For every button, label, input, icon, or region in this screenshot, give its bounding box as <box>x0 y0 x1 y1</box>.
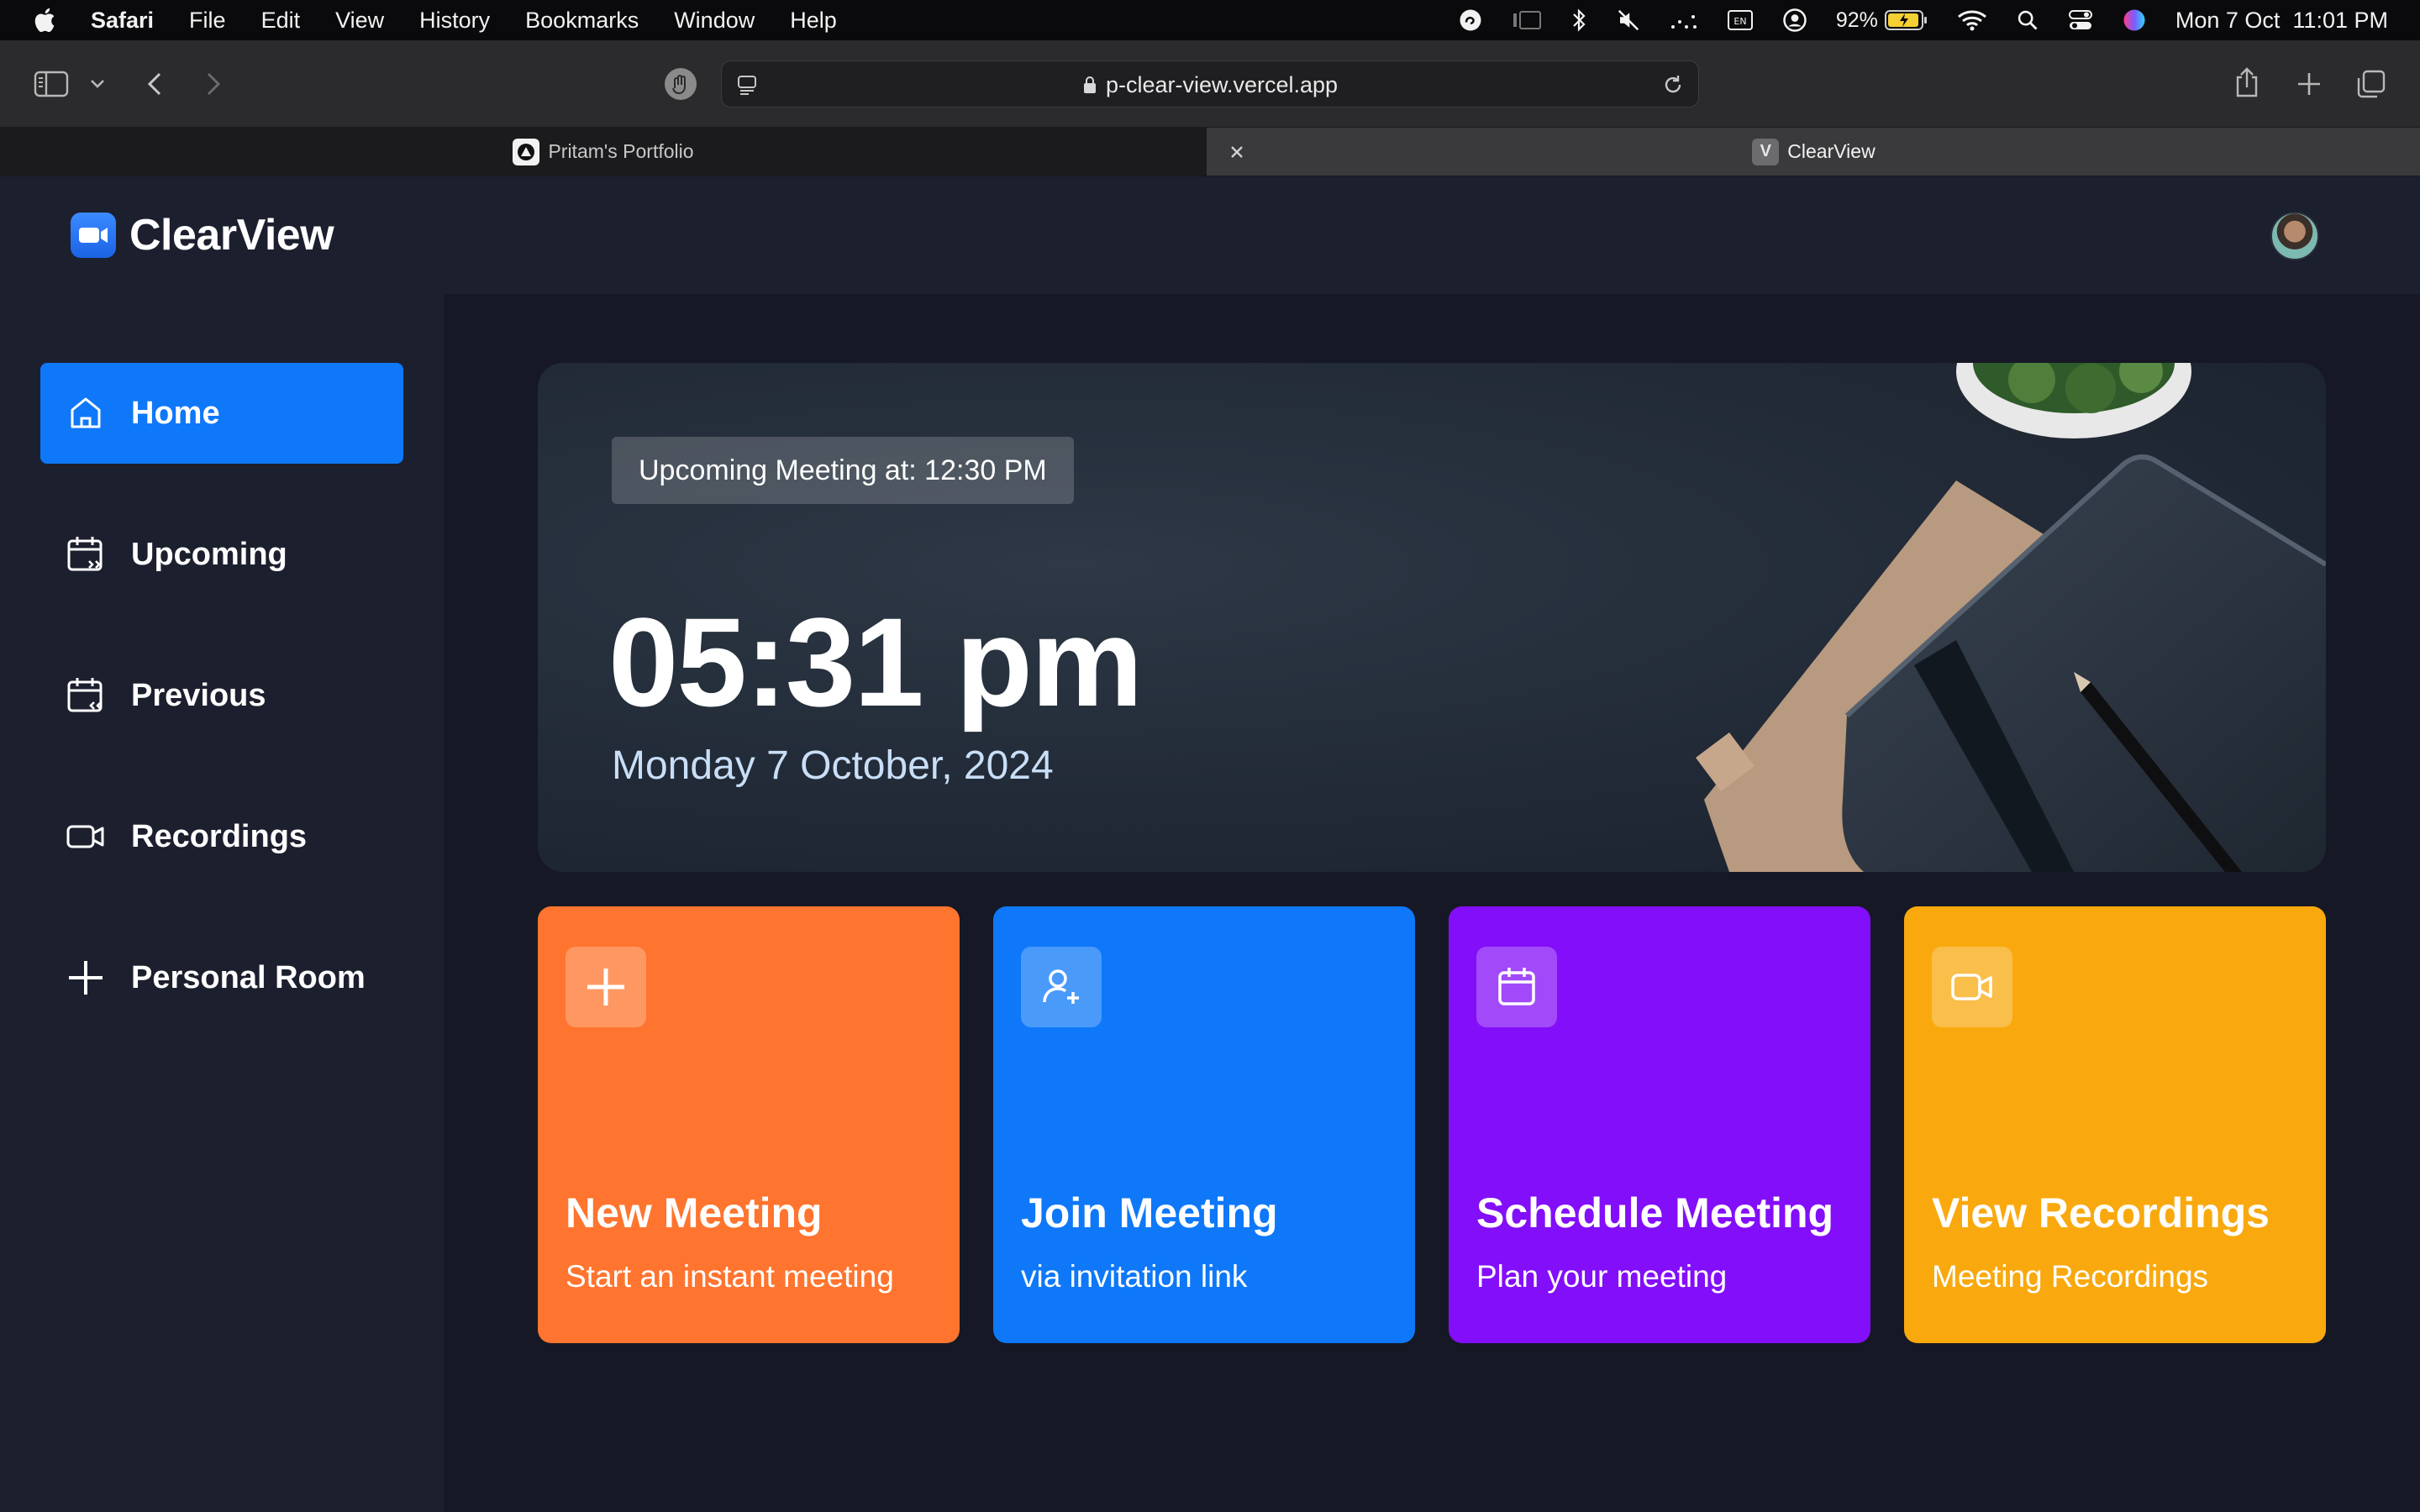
keyboard-icon[interactable]: EN <box>1727 9 1754 31</box>
sidebar-item-label: Upcoming <box>131 536 287 572</box>
view-recordings-card[interactable]: View Recordings Meeting Recordings <box>1904 906 2326 1343</box>
siri-icon[interactable] <box>2122 8 2147 33</box>
address-bar[interactable]: p-clear-view.vercel.app <box>721 60 1699 108</box>
schedule-meeting-card[interactable]: Schedule Meeting Plan your meeting <box>1449 906 1870 1343</box>
current-date: Monday 7 October, 2024 <box>612 743 1054 788</box>
video-icon <box>66 816 106 857</box>
menu-app-safari[interactable]: Safari <box>91 8 154 34</box>
chevron-down-icon[interactable] <box>87 74 108 94</box>
forward-arrow-icon[interactable] <box>200 67 227 101</box>
status-spiral-icon[interactable] <box>1458 8 1483 33</box>
tab-title: ClearView <box>1787 140 1876 162</box>
v-favicon-icon: V <box>1752 138 1780 165</box>
macos-menubar: Safari File Edit View History Bookmarks … <box>0 0 2420 40</box>
card-subtitle: Meeting Recordings <box>1932 1259 2209 1294</box>
sidebar-item-label: Home <box>131 395 220 431</box>
menu-history[interactable]: History <box>419 8 490 34</box>
browser-toolbar: p-clear-view.vercel.app <box>0 40 2420 128</box>
notebook-illustration <box>1696 363 2326 872</box>
card-subtitle: Plan your meeting <box>1476 1259 1728 1294</box>
reload-icon[interactable] <box>1660 71 1686 98</box>
user-add-icon <box>1021 947 1102 1027</box>
privacy-shield-icon[interactable] <box>662 66 699 102</box>
spotlight-search-icon[interactable] <box>2016 8 2039 32</box>
app-header: ClearView <box>0 176 2420 294</box>
bluetooth-icon[interactable] <box>1570 8 1587 33</box>
menu-help[interactable]: Help <box>790 8 837 34</box>
sidebar-item-personal-room[interactable]: Personal Room <box>40 927 403 1028</box>
tab-title: Pritam's Portfolio <box>548 140 694 162</box>
svg-text:EN: EN <box>1733 16 1746 27</box>
plus-icon <box>66 958 106 998</box>
stage-manager-icon[interactable] <box>1512 8 1542 32</box>
user-avatar[interactable] <box>2270 212 2319 260</box>
sidebar-item-home[interactable]: Home <box>40 363 403 464</box>
app-name: ClearView <box>129 211 334 260</box>
menubar-clock[interactable]: Mon 7 Oct 11:01 PM <box>2175 8 2388 34</box>
triangle-icon <box>513 138 540 165</box>
menu-bookmarks[interactable]: Bookmarks <box>525 8 639 34</box>
mute-icon[interactable] <box>1616 8 1641 33</box>
new-meeting-card[interactable]: New Meeting Start an instant meeting <box>538 906 960 1343</box>
menu-file[interactable]: File <box>189 8 226 34</box>
url-text: p-clear-view.vercel.app <box>1105 71 1339 97</box>
main-content: Upcoming Meeting at: 12:30 PM 05:31 pm M… <box>444 294 2420 1512</box>
current-time: 05:31 pm <box>608 591 1143 732</box>
user-account-icon[interactable] <box>1782 8 1807 33</box>
sidebar-toggle-icon[interactable] <box>32 67 71 101</box>
app-logo[interactable]: ClearView <box>71 210 334 260</box>
calendar-back-icon <box>66 675 106 716</box>
back-arrow-icon[interactable] <box>141 67 168 101</box>
video-icon <box>1932 947 2012 1027</box>
join-meeting-card[interactable]: Join Meeting via invitation link <box>993 906 1415 1343</box>
menu-edit[interactable]: Edit <box>261 8 301 34</box>
sidebar: Home Upcoming Previous Recordings Person… <box>0 294 444 1512</box>
sidebar-item-upcoming[interactable]: Upcoming <box>40 504 403 605</box>
calendar-forward-icon <box>66 534 106 575</box>
sidebar-item-recordings[interactable]: Recordings <box>40 786 403 887</box>
sidebar-item-label: Personal Room <box>131 959 366 995</box>
dots-icon[interactable] <box>1670 10 1698 30</box>
menu-view[interactable]: View <box>335 8 384 34</box>
upcoming-meeting-badge: Upcoming Meeting at: 12:30 PM <box>612 437 1074 504</box>
sidebar-item-label: Previous <box>131 677 266 713</box>
lock-icon <box>1083 76 1096 93</box>
battery-percent: 92% <box>1835 8 1878 32</box>
wifi-icon[interactable] <box>1957 8 1987 32</box>
tab-pritams-portfolio[interactable]: Pritam's Portfolio <box>0 128 1207 176</box>
plus-icon <box>566 947 646 1027</box>
apple-logo-icon[interactable] <box>32 6 60 34</box>
sidebar-item-previous[interactable]: Previous <box>40 645 403 746</box>
control-center-icon[interactable] <box>2068 8 2093 32</box>
card-subtitle: Start an instant meeting <box>566 1259 894 1294</box>
tab-overview-icon[interactable] <box>2354 67 2388 101</box>
card-subtitle: via invitation link <box>1021 1259 1248 1294</box>
share-icon[interactable] <box>2232 64 2262 101</box>
card-title: Schedule Meeting <box>1476 1189 1834 1236</box>
sidebar-item-label: Recordings <box>131 818 308 854</box>
url-display: p-clear-view.vercel.app <box>722 61 1698 108</box>
card-title: Join Meeting <box>1021 1189 1278 1236</box>
battery-icon <box>1884 10 1927 30</box>
close-tab-icon[interactable] <box>1224 139 1249 165</box>
calendar-icon <box>1476 947 1557 1027</box>
tab-clearview[interactable]: V ClearView <box>1207 128 2420 176</box>
card-title: View Recordings <box>1932 1189 2270 1236</box>
battery-indicator[interactable]: 92% <box>1836 8 1928 33</box>
new-tab-plus-icon[interactable] <box>2294 69 2324 99</box>
card-title: New Meeting <box>566 1189 823 1236</box>
video-camera-logo-icon <box>71 213 116 258</box>
tab-bar: Pritam's Portfolio V ClearView <box>0 128 2420 176</box>
menu-window[interactable]: Window <box>674 8 755 34</box>
hero-banner: Upcoming Meeting at: 12:30 PM 05:31 pm M… <box>538 363 2326 872</box>
home-icon <box>66 393 106 433</box>
